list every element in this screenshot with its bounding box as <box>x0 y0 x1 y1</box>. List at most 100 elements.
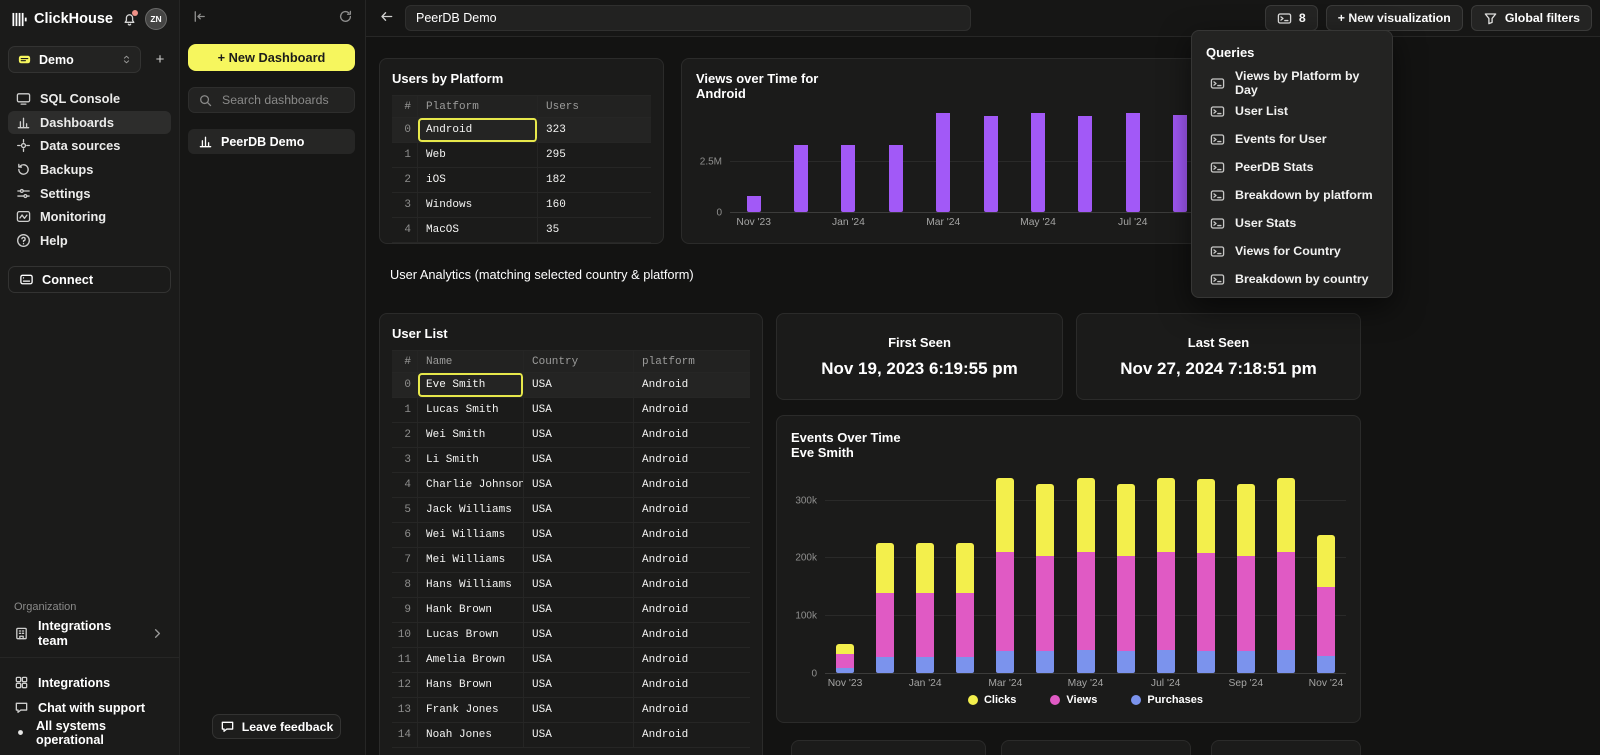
query-item-breakdown-by-platform[interactable]: Breakdown by platform <box>1192 181 1392 209</box>
table-row[interactable]: 4Charlie JohnsonUSAAndroid <box>392 473 750 498</box>
y-axis-label: 2.5M <box>700 157 722 168</box>
bar-aug-24[interactable] <box>1197 466 1215 673</box>
bar-jun-24[interactable] <box>1078 107 1092 212</box>
sidebar-item-sql-console[interactable]: SQL Console <box>8 87 171 111</box>
backups-icon <box>16 162 31 177</box>
bar-may-24[interactable] <box>1077 466 1095 673</box>
workspace-select[interactable]: Demo <box>8 46 141 73</box>
collapse-panel-icon[interactable] <box>192 9 207 24</box>
bar-apr-24[interactable] <box>1036 466 1054 673</box>
table-row[interactable]: 11Amelia BrownUSAAndroid <box>392 648 750 673</box>
bar-sep-24[interactable] <box>1237 466 1255 673</box>
legend-item-clicks[interactable]: Clicks <box>968 694 1016 706</box>
add-workspace-button[interactable]: + <box>149 48 171 72</box>
table-cell: USA <box>524 423 634 447</box>
bar-dec-23[interactable] <box>794 107 808 212</box>
first-seen-widget[interactable]: First Seen Nov 19, 2023 6:19:55 pm <box>776 313 1063 400</box>
table-cell: Li Smith <box>418 448 524 472</box>
table-cell: 3 <box>392 448 418 472</box>
user-list-widget[interactable]: User List #NameCountryplatform0Eve Smith… <box>379 313 763 755</box>
bar-jul-24[interactable] <box>1157 466 1175 673</box>
bar-may-24[interactable] <box>1031 107 1045 212</box>
bar-nov-23[interactable] <box>747 107 761 212</box>
table-row[interactable]: 0Android323 <box>392 118 651 143</box>
table-row[interactable]: 4MacOS35 <box>392 218 651 243</box>
queries-count-button[interactable]: 8 <box>1265 5 1318 31</box>
table-row[interactable]: 2iOS182 <box>392 168 651 193</box>
global-filters-button[interactable]: Global filters <box>1471 5 1592 31</box>
bar-jul-24[interactable] <box>1126 107 1140 212</box>
back-button[interactable] <box>379 9 394 27</box>
table-cell: Amelia Brown <box>418 648 524 672</box>
bar-mar-24[interactable] <box>936 107 950 212</box>
query-item-peerdb-stats[interactable]: PeerDB Stats <box>1192 153 1392 181</box>
bar-apr-24[interactable] <box>984 107 998 212</box>
query-item-breakdown-by-country[interactable]: Breakdown by country <box>1192 265 1392 293</box>
dashboard-list-item-peerdb-demo[interactable]: PeerDB Demo <box>188 129 355 154</box>
table-row[interactable]: 12Hans BrownUSAAndroid <box>392 673 750 698</box>
x-axis: Nov '23Jan '24Mar '24May '24Jul '24Sep '… <box>825 674 1346 690</box>
query-item-events-for-user[interactable]: Events for User <box>1192 125 1392 153</box>
table-row[interactable]: 14Noah JonesUSAAndroid <box>392 723 750 748</box>
clickhouse-home-link[interactable]: ClickHouse <box>12 11 113 27</box>
bar-nov-23[interactable] <box>836 466 854 673</box>
bar-jan-24[interactable] <box>841 107 855 212</box>
bar-jun-24[interactable] <box>1117 466 1135 673</box>
table-row[interactable]: 7Mei WilliamsUSAAndroid <box>392 548 750 573</box>
sidebar-footer-item-integrations[interactable]: Integrations <box>0 670 179 695</box>
query-item-views-by-platform-by-day[interactable]: Views by Platform by Day <box>1192 69 1392 97</box>
refresh-icon[interactable] <box>338 9 353 24</box>
sidebar-footer-item-all-systems-operational[interactable]: All systems operational <box>0 720 179 745</box>
bar-segment-purchases <box>1036 651 1054 673</box>
search-input[interactable] <box>220 92 345 108</box>
bar-jan-24[interactable] <box>916 466 934 673</box>
table-row[interactable]: 13Frank JonesUSAAndroid <box>392 698 750 723</box>
table-row[interactable]: 1Lucas SmithUSAAndroid <box>392 398 750 423</box>
query-item-user-stats[interactable]: User Stats <box>1192 209 1392 237</box>
table-row[interactable]: 0Eve SmithUSAAndroid <box>392 373 750 398</box>
sidebar-item-help[interactable]: Help <box>8 229 171 253</box>
bar-oct-24[interactable] <box>1277 466 1295 673</box>
legend-item-views[interactable]: Views <box>1050 694 1097 706</box>
legend-label: Purchases <box>1147 694 1203 706</box>
dashboard-title-input[interactable] <box>405 5 971 31</box>
table-row[interactable]: 10Lucas BrownUSAAndroid <box>392 623 750 648</box>
table-row[interactable]: 9Hank BrownUSAAndroid <box>392 598 750 623</box>
table-row[interactable]: 8Hans WilliamsUSAAndroid <box>392 573 750 598</box>
new-dashboard-button[interactable]: + New Dashboard <box>188 44 355 71</box>
query-item-views-for-country[interactable]: Views for Country <box>1192 237 1392 265</box>
legend-item-purchases[interactable]: Purchases <box>1131 694 1203 706</box>
table-row[interactable]: 3Li SmithUSAAndroid <box>392 448 750 473</box>
sidebar-item-dashboards[interactable]: Dashboards <box>8 111 171 135</box>
table-row[interactable]: 6Wei WilliamsUSAAndroid <box>392 523 750 548</box>
table-row[interactable]: 3Windows160 <box>392 193 651 218</box>
bell-icon[interactable] <box>122 12 137 27</box>
dashboard-search[interactable] <box>188 87 355 113</box>
new-visualization-button[interactable]: + New visualization <box>1326 5 1463 31</box>
bar-feb-24[interactable] <box>956 466 974 673</box>
table-row[interactable]: 2Wei SmithUSAAndroid <box>392 423 750 448</box>
table-row[interactable]: 5Jack WilliamsUSAAndroid <box>392 498 750 523</box>
terminal-icon <box>1277 11 1292 26</box>
sidebar-header: ClickHouse ZN <box>0 0 179 36</box>
bar-nov-24[interactable] <box>1317 466 1335 673</box>
table-row[interactable]: 1Web295 <box>392 143 651 168</box>
connect-button[interactable]: Connect <box>8 266 171 293</box>
sidebar-item-settings[interactable]: Settings <box>8 181 171 205</box>
leave-feedback-button[interactable]: Leave feedback <box>212 714 341 739</box>
bar-feb-24[interactable] <box>889 107 903 212</box>
legend-dot <box>1131 695 1141 705</box>
users-by-platform-widget[interactable]: Users by Platform #PlatformUsers0Android… <box>379 58 664 244</box>
sidebar-item-integrations-team[interactable]: Integrations team <box>0 621 179 645</box>
sidebar-item-backups[interactable]: Backups <box>8 158 171 182</box>
avatar[interactable]: ZN <box>145 8 167 30</box>
bar-dec-23[interactable] <box>876 466 894 673</box>
sidebar-footer-item-chat-with-support[interactable]: Chat with support <box>0 695 179 720</box>
sidebar-item-monitoring[interactable]: Monitoring <box>8 205 171 229</box>
last-seen-widget[interactable]: Last Seen Nov 27, 2024 7:18:51 pm <box>1076 313 1361 400</box>
query-item-user-list[interactable]: User List <box>1192 97 1392 125</box>
bar-mar-24[interactable] <box>996 466 1014 673</box>
bar-aug-24[interactable] <box>1173 107 1187 212</box>
events-over-time-widget[interactable]: Events Over Time Eve Smith 300k200k100k0… <box>776 415 1361 723</box>
sidebar-item-data-sources[interactable]: Data sources <box>8 134 171 158</box>
